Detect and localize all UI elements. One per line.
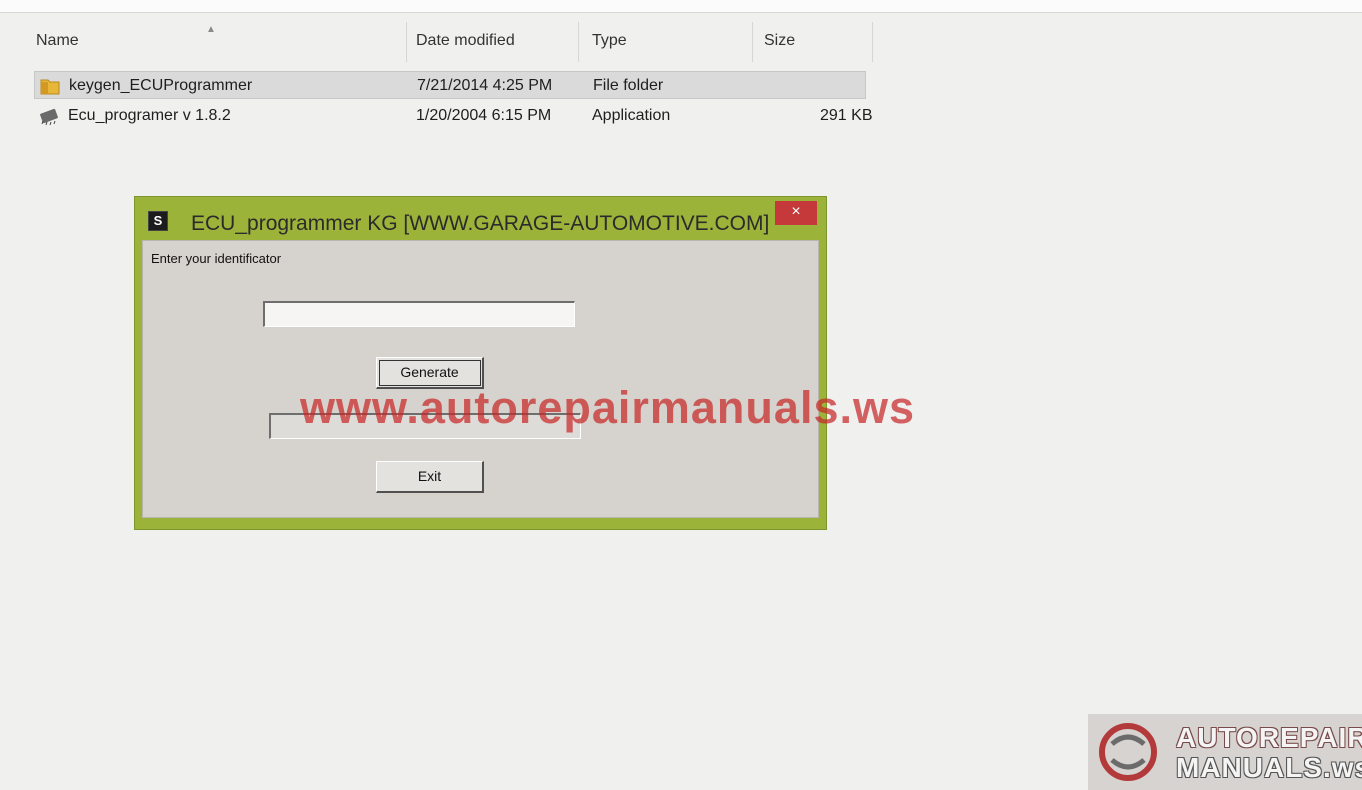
column-header-date-modified[interactable]: Date modified	[416, 32, 515, 50]
logo-text-line2: MANUALS.ws	[1176, 752, 1362, 783]
dialog-title: ECU_programmer KG [WWW.GARAGE-AUTOMOTIVE…	[191, 212, 770, 235]
file-date-modified: 1/20/2004 6:15 PM	[416, 107, 552, 124]
chip-application-icon	[40, 108, 58, 126]
file-size: 291 KB	[820, 107, 873, 124]
identificator-prompt: Enter your identificator	[151, 251, 282, 266]
keygen-dialog: S ECU_programmer KG [WWW.GARAGE-AUTOMOTI…	[134, 196, 827, 530]
file-name: keygen_ECUProgrammer	[69, 77, 253, 94]
app-icon[interactable]: S	[148, 211, 168, 231]
file-date-modified: 7/21/2014 4:25 PM	[417, 77, 553, 94]
column-header-type[interactable]: Type	[592, 32, 627, 50]
column-divider[interactable]	[752, 22, 753, 62]
site-logo: AUTOREPAIR MANUALS.ws	[1088, 714, 1362, 790]
column-header-bar: ▲ Name Date modified Type Size	[0, 12, 900, 70]
close-icon: ×	[791, 203, 801, 220]
logo-emblem-icon	[1099, 723, 1157, 781]
column-header-name[interactable]: Name	[36, 32, 79, 50]
watermark-text: www.autorepairmanuals.ws	[300, 382, 915, 433]
exit-button[interactable]: Exit	[376, 461, 484, 493]
file-type: Application	[592, 107, 671, 124]
sort-ascending-icon: ▲	[206, 24, 216, 35]
column-header-size[interactable]: Size	[764, 32, 795, 50]
file-row-keygen-folder[interactable]: keygen_ECUProgrammer 7/21/2014 4:25 PM F…	[34, 71, 866, 99]
column-divider[interactable]	[406, 22, 407, 62]
close-button[interactable]: ×	[775, 201, 817, 225]
column-divider[interactable]	[578, 22, 579, 62]
folder-icon	[40, 79, 60, 95]
identificator-input[interactable]	[263, 301, 575, 327]
column-divider[interactable]	[872, 22, 873, 62]
file-row-ecu-programer[interactable]: Ecu_programer v 1.8.2 1/20/2004 6:15 PM …	[34, 102, 872, 130]
dialog-client-area: Enter your identificator Generate Exit	[142, 240, 819, 518]
file-name: Ecu_programer v 1.8.2	[68, 107, 231, 124]
file-type: File folder	[593, 77, 664, 94]
logo-text-line1: AUTOREPAIR	[1176, 722, 1362, 753]
